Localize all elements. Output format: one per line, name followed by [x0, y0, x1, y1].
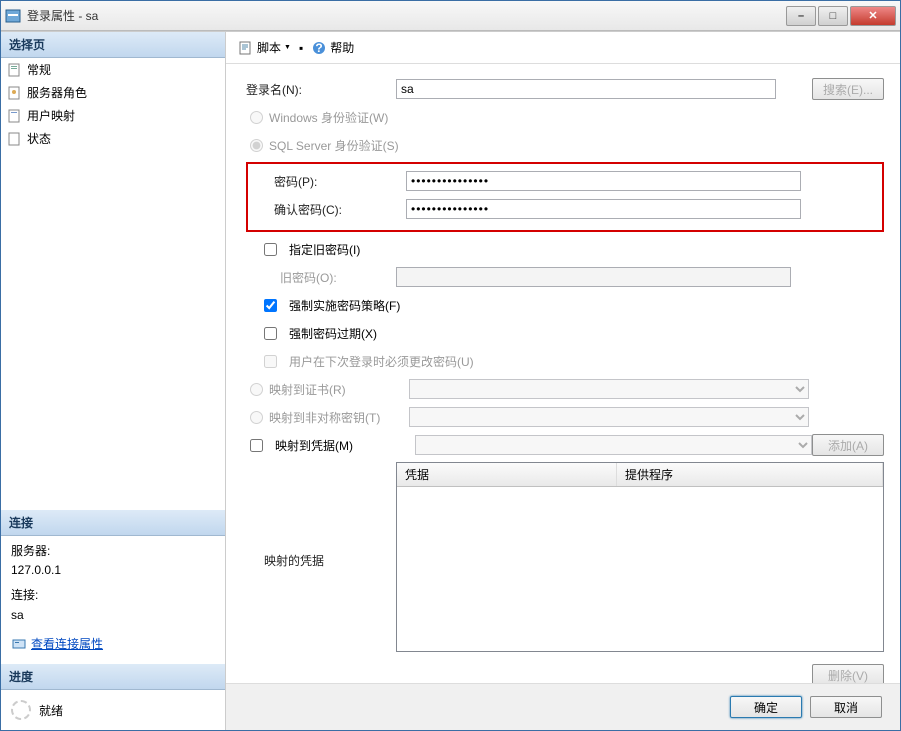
main-panel: 脚本 ▼ ▪ ? 帮助 登录名(N): 搜索(E)... Windows 身份验…	[226, 32, 900, 730]
nav-label: 常规	[27, 61, 51, 78]
toolbar-sep: ▪	[299, 41, 303, 55]
form-area: 登录名(N): 搜索(E)... Windows 身份验证(W) SQL Ser…	[226, 64, 900, 683]
must-change-checkbox	[264, 355, 277, 368]
server-value: 127.0.0.1	[11, 561, 215, 580]
map-asym-label: 映射到非对称密钥(T)	[269, 409, 409, 426]
script-button[interactable]: 脚本 ▼	[234, 37, 295, 58]
sidebar: 选择页 常规 服务器角色 用户映射 状态	[1, 32, 226, 730]
mapped-credentials-label: 映射的凭据	[246, 552, 396, 569]
title-bar[interactable]: 登录属性 - sa – □ ✕	[1, 1, 900, 31]
select-page-header: 选择页	[1, 32, 225, 58]
sql-auth-radio	[250, 139, 263, 152]
svg-text:?: ?	[316, 41, 323, 55]
map-cert-label: 映射到证书(R)	[269, 381, 409, 398]
view-connection-props-link[interactable]: 查看连接属性	[11, 635, 215, 654]
window-controls: – □ ✕	[786, 6, 896, 26]
remove-button: 删除(V)	[812, 664, 884, 683]
confirm-password-input[interactable]	[406, 199, 801, 219]
page-icon	[7, 131, 23, 147]
login-name-input[interactable]	[396, 79, 776, 99]
password-input[interactable]	[406, 171, 801, 191]
login-properties-icon	[5, 8, 21, 24]
minimize-button[interactable]: –	[786, 6, 816, 26]
search-button[interactable]: 搜索(E)...	[812, 78, 884, 100]
dialog-window: 登录属性 - sa – □ ✕ 选择页 常规 服务器角色 用户映射	[0, 0, 901, 731]
credentials-grid[interactable]: 凭据 提供程序	[396, 462, 884, 652]
chevron-down-icon: ▼	[284, 44, 291, 51]
password-label: 密码(P):	[256, 173, 406, 190]
nav-label: 用户映射	[27, 107, 75, 124]
grid-header: 凭据 提供程序	[397, 463, 883, 487]
page-icon	[7, 108, 23, 124]
nav-item-general[interactable]: 常规	[1, 58, 225, 81]
help-icon: ?	[311, 40, 327, 56]
nav-label: 状态	[27, 130, 51, 147]
enforce-expiration-checkbox[interactable]	[264, 327, 277, 340]
connection-value: sa	[11, 606, 215, 625]
sql-auth-label: SQL Server 身份验证(S)	[269, 137, 399, 154]
help-button[interactable]: ? 帮助	[307, 37, 358, 58]
connection-header: 连接	[1, 510, 225, 536]
window-title: 登录属性 - sa	[27, 7, 786, 24]
specify-old-password-checkbox[interactable]	[264, 243, 277, 256]
page-icon	[7, 62, 23, 78]
dialog-footer: 确定 取消	[226, 683, 900, 730]
grid-col-provider: 提供程序	[617, 463, 883, 486]
script-label: 脚本	[257, 39, 281, 56]
connection-info: 服务器: 127.0.0.1 连接: sa 查看连接属性	[1, 536, 225, 664]
map-cred-label: 映射到凭据(M)	[275, 437, 415, 454]
windows-auth-label: Windows 身份验证(W)	[269, 109, 388, 126]
nav-item-user-mapping[interactable]: 用户映射	[1, 104, 225, 127]
enforce-policy-label: 强制实施密码策略(F)	[289, 297, 400, 314]
map-cred-checkbox[interactable]	[250, 439, 263, 452]
map-cert-radio	[250, 383, 263, 396]
cred-combo	[415, 435, 812, 455]
page-icon	[7, 85, 23, 101]
server-label: 服务器:	[11, 542, 215, 561]
properties-icon	[11, 636, 27, 652]
old-password-input	[396, 267, 791, 287]
connection-label: 连接:	[11, 586, 215, 605]
progress-section: 就绪	[1, 690, 225, 730]
must-change-label: 用户在下次登录时必须更改密码(U)	[289, 353, 474, 370]
content-area: 选择页 常规 服务器角色 用户映射 状态	[1, 31, 900, 730]
specify-old-password-label: 指定旧密码(I)	[289, 241, 360, 258]
confirm-password-label: 确认密码(C):	[256, 201, 406, 218]
progress-header: 进度	[1, 664, 225, 690]
ok-button[interactable]: 确定	[730, 696, 802, 718]
script-icon	[238, 40, 254, 56]
enforce-expiration-label: 强制密码过期(X)	[289, 325, 377, 342]
map-asym-radio	[250, 411, 263, 424]
help-label: 帮助	[330, 39, 354, 56]
old-password-label: 旧密码(O):	[246, 269, 396, 286]
spinner-icon	[11, 700, 31, 720]
sidebar-spacer	[1, 150, 225, 510]
password-highlight-box: 密码(P): 确认密码(C):	[246, 162, 884, 232]
maximize-button[interactable]: □	[818, 6, 848, 26]
close-button[interactable]: ✕	[850, 6, 896, 26]
nav-item-server-roles[interactable]: 服务器角色	[1, 81, 225, 104]
nav-item-status[interactable]: 状态	[1, 127, 225, 150]
page-nav-list: 常规 服务器角色 用户映射 状态	[1, 58, 225, 150]
cert-combo	[409, 379, 809, 399]
windows-auth-radio	[250, 111, 263, 124]
nav-label: 服务器角色	[27, 84, 87, 101]
progress-status: 就绪	[39, 702, 63, 719]
grid-col-credential: 凭据	[397, 463, 617, 486]
asym-combo	[409, 407, 809, 427]
toolbar: 脚本 ▼ ▪ ? 帮助	[226, 32, 900, 64]
cancel-button[interactable]: 取消	[810, 696, 882, 718]
add-button: 添加(A)	[812, 434, 884, 456]
view-connection-props-text: 查看连接属性	[31, 635, 103, 654]
login-name-label: 登录名(N):	[246, 81, 396, 98]
enforce-policy-checkbox[interactable]	[264, 299, 277, 312]
